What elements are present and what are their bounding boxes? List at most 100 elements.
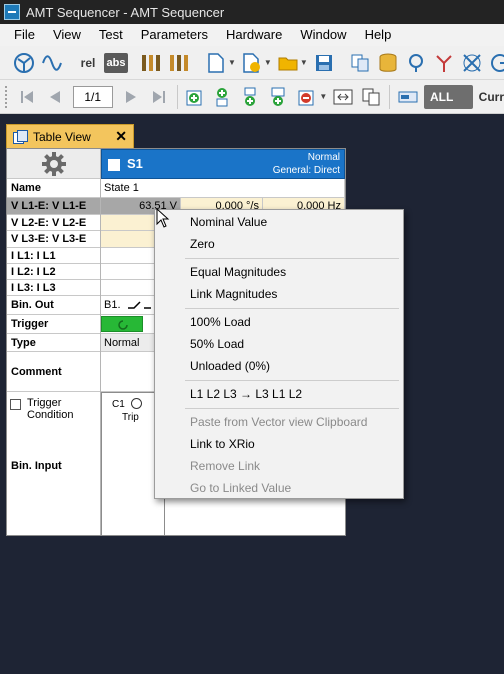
menu-item-100-load[interactable]: 100% Load [190, 315, 251, 329]
context-menu: Nominal Value Zero Equal Magnitudes Link… [154, 209, 404, 499]
main-toolbar: rel abs ▼ ▼ ▼ ▼ [0, 46, 504, 80]
menu-hardware[interactable]: Hardware [216, 24, 290, 46]
state-name-cell[interactable]: State 1 [101, 179, 345, 198]
row-label-type[interactable]: Type [7, 334, 100, 352]
menu-item-equal-magnitudes[interactable]: Equal Magnitudes [190, 265, 286, 279]
navigation-toolbar: 1/1 ▼ ALL State Curr [0, 80, 504, 114]
menu-separator [185, 380, 399, 381]
menu-item-unloaded[interactable]: Unloaded (0%) [190, 359, 270, 373]
template-icon[interactable] [240, 50, 264, 76]
row-label-comment[interactable]: Comment [7, 352, 100, 392]
state-id: S1 [127, 156, 143, 171]
first-state-icon[interactable] [15, 84, 39, 110]
toolbar-grip-icon[interactable] [4, 84, 7, 109]
open-dropdown-icon[interactable]: ▼ [300, 58, 308, 67]
insert-state-after-icon[interactable] [239, 84, 263, 110]
move-state-icon[interactable] [331, 84, 355, 110]
save-icon[interactable] [312, 50, 336, 76]
row-label-il2[interactable]: I L2: I L2 [7, 264, 100, 280]
menu-view[interactable]: View [43, 24, 89, 46]
state-mode: Normal [307, 152, 340, 163]
menu-parameters[interactable]: Parameters [131, 24, 216, 46]
table-view-icon [13, 129, 28, 144]
row-label-bin-input: Bin. Input [11, 460, 62, 472]
toolbar-separator [176, 84, 178, 109]
all-state-button[interactable]: ALL State [423, 84, 473, 109]
trigger-indicator[interactable] [101, 316, 143, 332]
add-state-icon[interactable] [183, 84, 207, 110]
current-state-label[interactable]: Curr [479, 90, 504, 104]
gear-icon [41, 151, 66, 176]
row-label-il3[interactable]: I L3: I L3 [7, 280, 100, 296]
row-label-vl1[interactable]: V L1-E: V L1-E [7, 198, 100, 215]
database-icon[interactable] [376, 50, 400, 76]
insert-state-before-icon[interactable] [211, 84, 235, 110]
menu-help[interactable]: Help [355, 24, 400, 46]
vector-view-icon[interactable] [12, 50, 36, 76]
state-general: General: Direct [272, 165, 340, 176]
row-label-binout[interactable]: Bin. Out [7, 296, 100, 315]
row-label-column: Name V L1-E: V L1-E V L2-E: V L2-E V L3-… [7, 149, 101, 535]
toolbar-separator [389, 84, 390, 109]
phasor-icon[interactable] [488, 50, 504, 76]
state-header[interactable]: S1 Normal General: Direct [101, 149, 345, 179]
row-label-name: Name [7, 179, 100, 198]
switch-icon [127, 301, 151, 309]
close-icon[interactable]: ✕ [115, 128, 127, 144]
menu-test[interactable]: Test [89, 24, 131, 46]
view-toggle-icon[interactable] [396, 84, 420, 110]
binary-in-icon[interactable] [168, 50, 192, 76]
state-page-input[interactable]: 1/1 [72, 85, 113, 108]
menu-item-link-to-xrio[interactable]: Link to XRio [190, 437, 255, 451]
table-settings-button[interactable] [7, 149, 100, 179]
last-state-icon[interactable] [147, 84, 171, 110]
vector-diagram-icon[interactable] [432, 50, 456, 76]
row-label-vl3[interactable]: V L3-E: V L3-E [7, 231, 100, 248]
duplicate-state-icon[interactable] [267, 84, 291, 110]
tab-label: Table View [33, 129, 91, 144]
new-doc-icon[interactable] [204, 50, 228, 76]
delete-state-icon[interactable] [295, 84, 319, 110]
row-label-vl2[interactable]: V L2-E: V L2-E [7, 215, 100, 231]
menu-separator [185, 258, 399, 259]
menu-item-paste-vector: Paste from Vector view Clipboard [190, 415, 368, 429]
tab-table-view[interactable]: Table View ✕ [6, 124, 134, 148]
copy-icon[interactable] [348, 50, 372, 76]
relative-button[interactable]: rel [76, 50, 100, 76]
binary-out-icon[interactable] [140, 50, 164, 76]
refresh-icon [118, 320, 128, 330]
next-state-icon[interactable] [119, 84, 143, 110]
menu-item-nominal-value[interactable]: Nominal Value [190, 215, 267, 229]
new-doc-dropdown-icon[interactable]: ▼ [228, 58, 236, 67]
menu-item-50-load[interactable]: 50% Load [190, 337, 244, 351]
template-dropdown-icon[interactable]: ▼ [264, 58, 272, 67]
crossed-vector-icon[interactable] [460, 50, 484, 76]
absolute-button[interactable]: abs [104, 52, 128, 73]
menu-window[interactable]: Window [290, 24, 354, 46]
menu-item-rotate-phases[interactable]: L1 L2 L3 → L3 L1 L2 [190, 387, 302, 401]
trip-status-icon [131, 398, 142, 409]
copy-state-icon[interactable] [359, 84, 383, 110]
title-bar: AMT Sequencer - AMT Sequencer [0, 0, 504, 24]
menu-item-remove-link: Remove Link [190, 459, 261, 473]
menu-bar: File View Test Parameters Hardware Windo… [0, 24, 504, 46]
bin-input-trip: Trip [122, 412, 139, 423]
delete-dropdown-icon[interactable]: ▼ [319, 92, 327, 101]
previous-state-icon[interactable] [43, 84, 67, 110]
window-title: AMT Sequencer - AMT Sequencer [26, 4, 225, 20]
app-icon [4, 4, 20, 20]
menu-separator [185, 408, 399, 409]
menu-item-zero[interactable]: Zero [190, 237, 215, 251]
trigger-condition[interactable]: Trigger Condition [10, 397, 100, 427]
row-label-trigger[interactable]: Trigger [7, 315, 100, 334]
state-checkbox[interactable] [108, 159, 120, 171]
open-folder-icon[interactable] [276, 50, 300, 76]
menu-item-link-magnitudes[interactable]: Link Magnitudes [190, 287, 277, 301]
menu-file[interactable]: File [0, 24, 43, 46]
trigger-condition-checkbox[interactable] [10, 399, 21, 410]
row-label-il1[interactable]: I L1: I L1 [7, 248, 100, 264]
menu-item-go-to-linked-value: Go to Linked Value [190, 481, 292, 495]
cursor-arrow-icon [156, 208, 170, 228]
pin-icon[interactable] [404, 50, 428, 76]
waveform-icon[interactable] [40, 50, 64, 76]
